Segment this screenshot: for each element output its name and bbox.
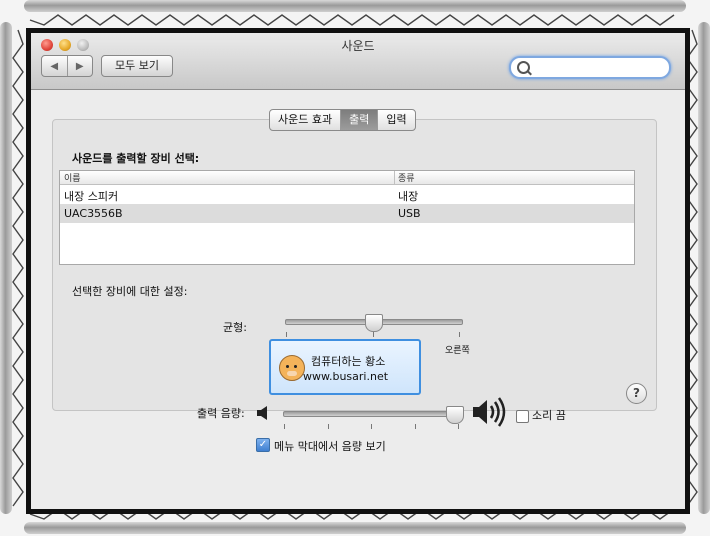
show-all-button[interactable]: 모두 보기 <box>101 55 173 77</box>
mute-label: 소리 끔 <box>532 409 566 422</box>
balance-tick <box>286 332 287 337</box>
watermark-badge: 컴퓨터하는 황소 www.busari.net <box>269 339 421 395</box>
device-name: 내장 스피커 <box>64 190 119 203</box>
tab-sound-effects[interactable]: 사운드 효과 <box>270 110 340 130</box>
titlebar: 사운드 ◀ ▶ 모두 보기 <box>31 33 685 90</box>
help-button[interactable]: ? <box>626 383 647 404</box>
column-header-name[interactable]: 이름 <box>64 171 81 184</box>
back-button[interactable]: ◀ <box>42 56 67 76</box>
tab-input[interactable]: 입력 <box>377 110 414 130</box>
mute-checkbox[interactable] <box>516 410 529 423</box>
show-volume-in-menubar-checkbox[interactable]: ✓ <box>256 438 270 452</box>
navigation-buttons: ◀ ▶ <box>41 55 93 77</box>
volume-slider-knob[interactable] <box>445 406 464 424</box>
table-row[interactable]: 내장 스피커 내장 <box>60 185 634 204</box>
volume-tick <box>415 424 416 429</box>
table-row-selected[interactable]: UAC3556B USB <box>60 204 634 223</box>
balance-tick <box>459 332 460 337</box>
speaker-low-icon <box>257 406 267 420</box>
search-icon <box>517 61 530 74</box>
device-settings-title: 선택한 장비에 대한 설정: <box>72 285 188 298</box>
volume-slider[interactable] <box>283 411 461 417</box>
tab-output[interactable]: 출력 <box>340 110 378 130</box>
volume-tick <box>328 424 329 429</box>
column-header-type[interactable]: 종류 <box>398 171 415 184</box>
volume-tick <box>371 424 372 429</box>
search-input[interactable] <box>509 56 671 79</box>
window: 사운드 ◀ ▶ 모두 보기 사운드 효과 출력 입력 사운드를 출력할 장비 선… <box>26 28 690 514</box>
watermark-title: 컴퓨터하는 황소 <box>311 355 386 368</box>
output-volume-label: 출력 음량: <box>197 407 245 420</box>
device-type: USB <box>398 207 421 220</box>
balance-slider-knob[interactable] <box>365 314 383 332</box>
device-name: UAC3556B <box>64 207 123 220</box>
volume-tick <box>284 424 285 429</box>
watermark-url: www.busari.net <box>303 370 389 383</box>
window-title: 사운드 <box>341 39 375 53</box>
volume-tick <box>458 424 459 429</box>
column-divider <box>394 171 395 184</box>
tab-bar: 사운드 효과 출력 입력 <box>269 109 416 131</box>
table-header: 이름 종류 <box>60 171 634 185</box>
show-volume-in-menubar-label: 메뉴 막대에서 음량 보기 <box>274 440 386 453</box>
device-section-title: 사운드를 출력할 장비 선택: <box>72 152 200 165</box>
chain-link <box>29 14 675 26</box>
speaker-high-icon <box>473 397 506 427</box>
chain-link <box>12 29 24 507</box>
balance-label: 균형: <box>223 321 247 334</box>
forward-button[interactable]: ▶ <box>66 56 93 76</box>
cow-mascot-icon <box>279 355 305 381</box>
device-type: 내장 <box>398 190 419 203</box>
balance-tick <box>373 332 374 337</box>
device-table[interactable]: 이름 종류 내장 스피커 내장 UAC3556B USB <box>59 170 635 265</box>
balance-right-label: 오른쪽 <box>445 346 470 356</box>
